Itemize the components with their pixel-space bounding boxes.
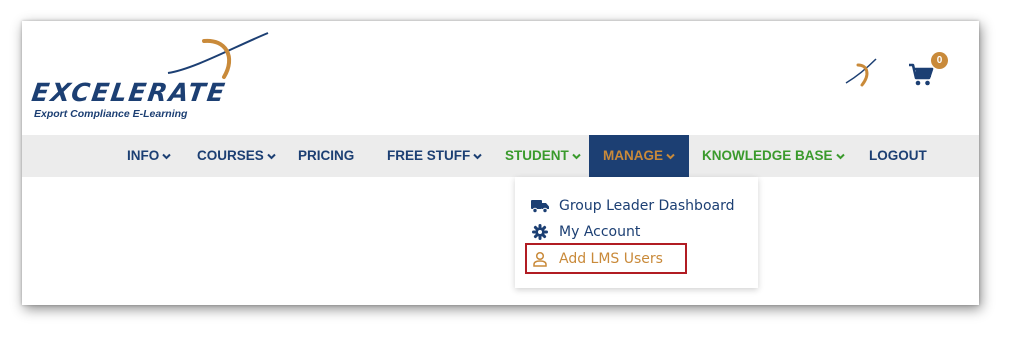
nav-item-label: COURSES xyxy=(197,148,264,163)
menu-item-label: Group Leader Dashboard xyxy=(559,198,735,214)
nav-item-knowledge-base[interactable]: KNOWLEDGE BASE xyxy=(702,135,845,177)
nav-item-manage[interactable]: MANAGE xyxy=(589,135,689,177)
nav-item-logout[interactable]: LOGOUT xyxy=(869,135,927,177)
menu-item-label: My Account xyxy=(559,224,641,240)
nav-item-label: INFO xyxy=(127,148,160,163)
gear-icon xyxy=(532,224,548,240)
menu-item-group-leader-dashboard[interactable]: Group Leader Dashboard xyxy=(531,194,734,218)
cart-count-badge: 0 xyxy=(931,52,948,69)
nav-item-courses[interactable]: COURSES xyxy=(197,135,276,177)
chevron-down-icon xyxy=(267,153,276,160)
brand-mark-icon xyxy=(845,58,877,87)
menu-item-add-lms-users[interactable]: Add LMS Users xyxy=(531,247,663,271)
logo-wordmark: EXCELERATE xyxy=(29,78,229,107)
nav-item-label: STUDENT xyxy=(505,148,569,163)
truck-icon xyxy=(531,200,549,213)
nav-item-student[interactable]: STUDENT xyxy=(505,135,581,177)
chevron-down-icon xyxy=(666,153,675,160)
site-logo[interactable]: EXCELERATE Export Compliance E-Learning xyxy=(29,29,292,129)
main-nav: INFO COURSES PRICING FREE STUFF STUDENT … xyxy=(22,135,979,177)
page-frame: EXCELERATE Export Compliance E-Learning … xyxy=(22,21,979,305)
chevron-down-icon xyxy=(473,153,482,160)
nav-item-free-stuff[interactable]: FREE STUFF xyxy=(387,135,482,177)
nav-item-label: LOGOUT xyxy=(869,148,927,163)
chevron-down-icon xyxy=(162,153,171,160)
nav-item-label: MANAGE xyxy=(603,148,663,163)
nav-item-label: FREE STUFF xyxy=(387,148,471,163)
nav-item-label: KNOWLEDGE BASE xyxy=(702,148,833,163)
chevron-down-icon xyxy=(572,153,581,160)
menu-item-my-account[interactable]: My Account xyxy=(531,220,640,244)
user-icon xyxy=(533,251,547,267)
nav-item-label: PRICING xyxy=(298,148,355,163)
cart-icon[interactable] xyxy=(908,63,934,87)
manage-dropdown-menu: Group Leader Dashboard My Account Add LM… xyxy=(515,177,758,288)
nav-item-pricing[interactable]: PRICING xyxy=(298,135,354,177)
logo-tagline: Export Compliance E-Learning xyxy=(34,108,188,120)
menu-item-label: Add LMS Users xyxy=(559,251,663,267)
chevron-down-icon xyxy=(835,153,845,160)
nav-item-info[interactable]: INFO xyxy=(127,135,171,177)
